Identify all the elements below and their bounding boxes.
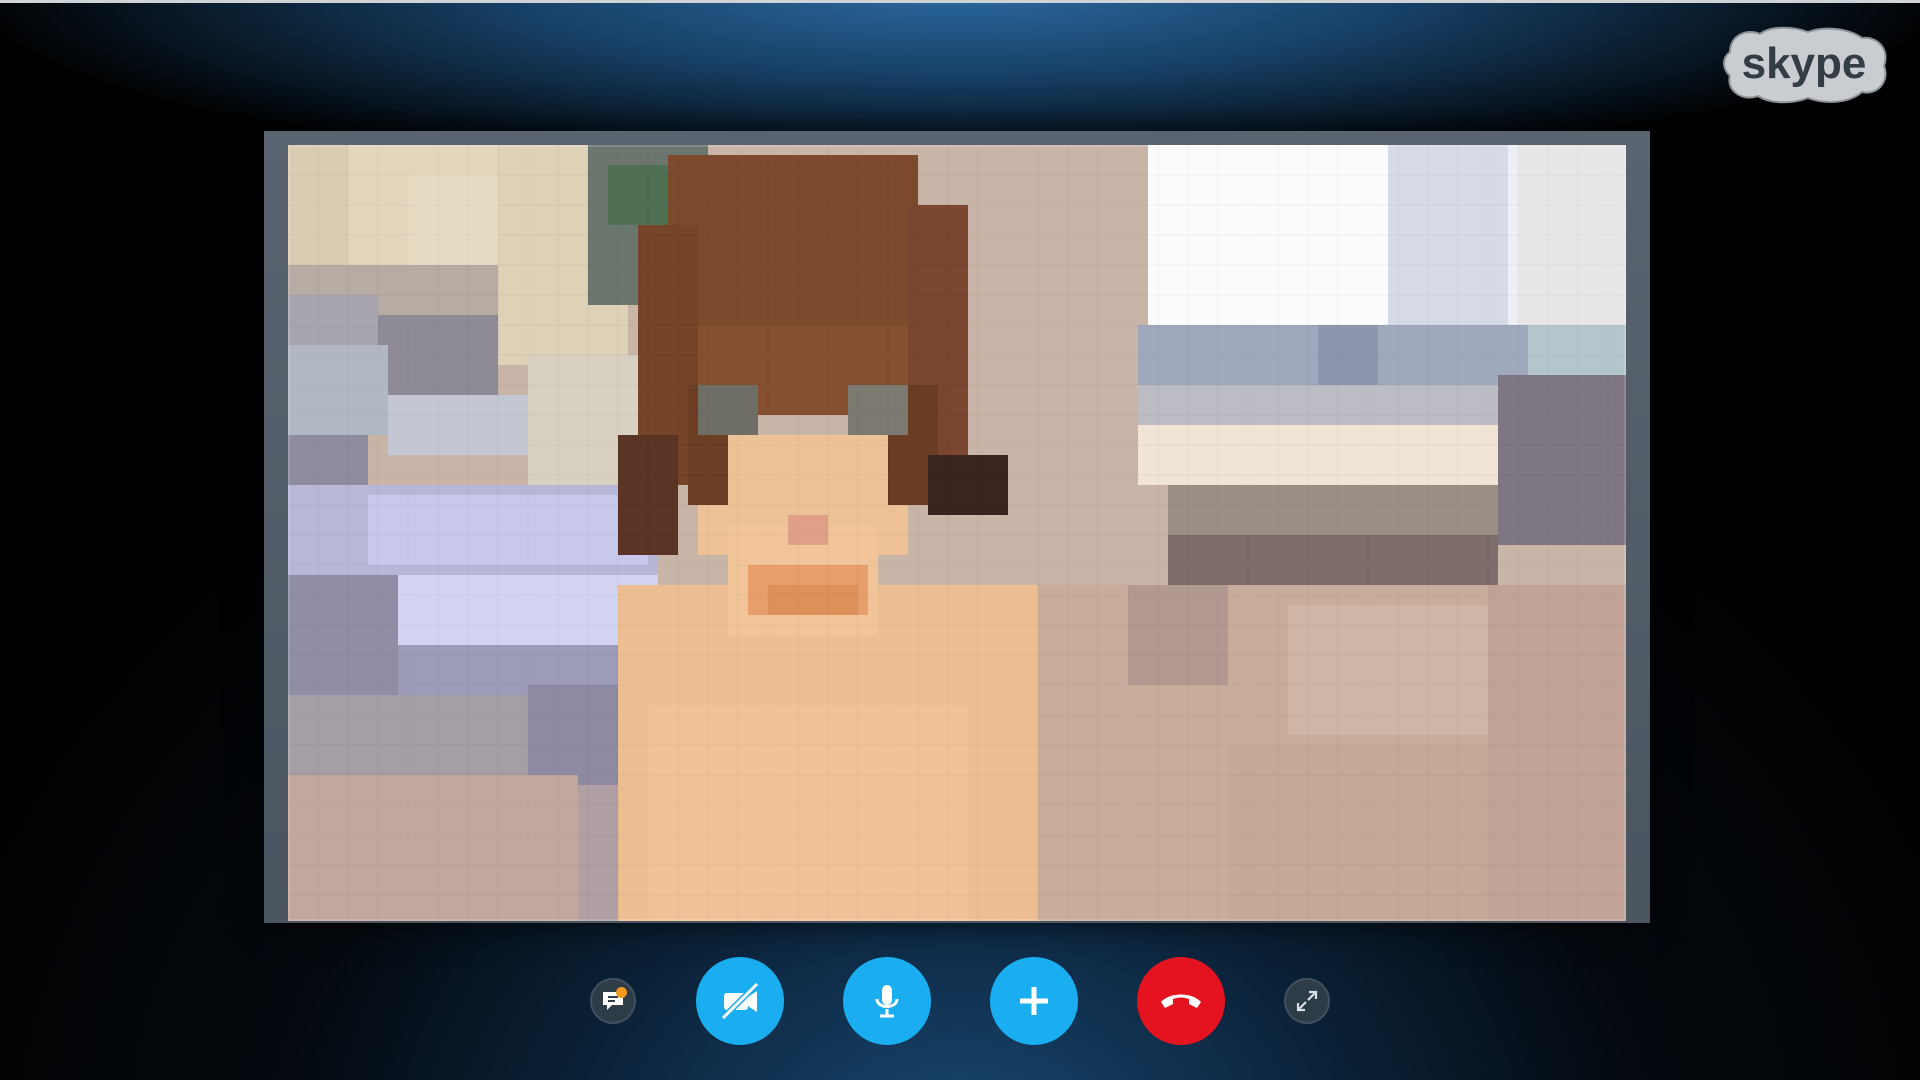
expand-arrows-icon	[1296, 990, 1318, 1012]
chat-notification-dot	[616, 987, 627, 998]
chat-button[interactable]	[590, 978, 636, 1024]
fullscreen-button[interactable]	[1284, 978, 1330, 1024]
video-toggle-button[interactable]	[696, 957, 784, 1045]
skype-call-window: skype	[0, 0, 1920, 1080]
window-top-edge	[0, 0, 1920, 3]
hang-up-phone-icon	[1161, 994, 1201, 1008]
pixelated-video-image	[288, 145, 1626, 921]
video-frame	[264, 131, 1650, 923]
microphone-button[interactable]	[843, 957, 931, 1045]
microphone-icon	[875, 985, 899, 1018]
video-camera-off-icon	[720, 981, 760, 1021]
end-call-button[interactable]	[1137, 957, 1225, 1045]
call-controls-bar	[0, 957, 1920, 1045]
remote-video-feed[interactable]	[288, 145, 1626, 921]
skype-logo-text: skype	[1742, 39, 1867, 88]
add-participant-button[interactable]	[990, 957, 1078, 1045]
plus-icon	[1020, 987, 1048, 1015]
skype-logo: skype	[1712, 22, 1892, 108]
